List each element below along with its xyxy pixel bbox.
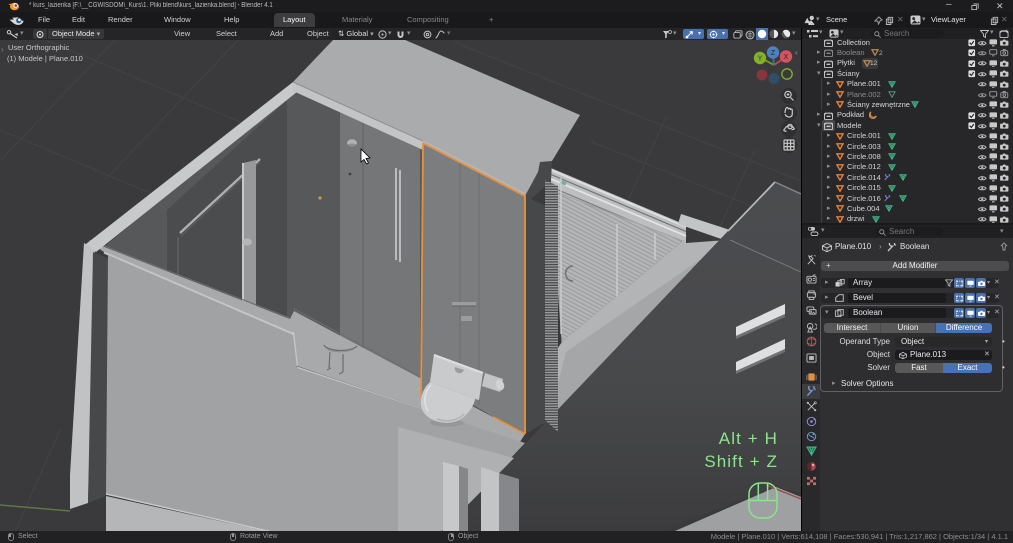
- svg-text:›: ›: [1, 45, 4, 54]
- svg-text:Y: Y: [758, 56, 763, 63]
- svg-text:Alt + H: Alt + H: [719, 429, 778, 448]
- svg-text:Shift + Z: Shift + Z: [704, 452, 778, 471]
- svg-text:X: X: [784, 54, 789, 61]
- svg-text:Z: Z: [771, 50, 776, 57]
- svg-text:‹: ‹: [795, 48, 798, 57]
- svg-text:(1) Modele | Plane.010: (1) Modele | Plane.010: [7, 54, 83, 63]
- svg-text:User Orthographic: User Orthographic: [8, 43, 70, 52]
